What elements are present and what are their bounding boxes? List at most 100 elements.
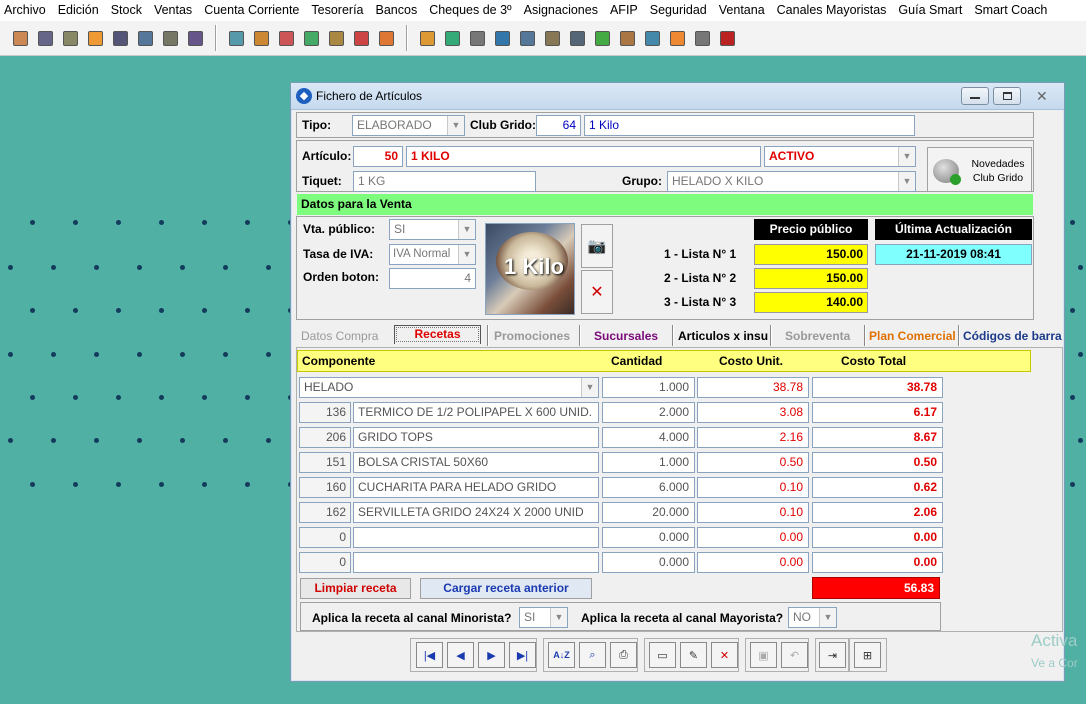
toolbar-button-bank[interactable] [541,27,564,50]
toolbar-button-op[interactable] [641,27,664,50]
lista-2-field[interactable]: 150.00 [754,268,868,289]
menu-ventana[interactable]: Ventana [713,0,771,21]
toolbar-button-chart[interactable] [109,27,132,50]
toolbar-button-transfer[interactable] [184,27,207,50]
menu-bancos[interactable]: Bancos [370,0,424,21]
menu-cuenta-corriente[interactable]: Cuenta Corriente [198,0,305,21]
minorista-select[interactable]: SI ▼ [519,607,568,628]
menu-cheques-de-3-[interactable]: Cheques de 3º [423,0,517,21]
componente-desc-field[interactable]: BOLSA CRISTAL 50X60 [353,452,599,473]
toolbar-button-power[interactable] [716,27,739,50]
toolbar-button-stack[interactable] [566,27,589,50]
componente-code-field[interactable]: 0 [299,552,351,573]
toolbar-button-safe[interactable] [616,27,639,50]
mayorista-select[interactable]: NO ▼ [788,607,837,628]
limpiar-receta-button[interactable]: Limpiar receta [300,578,411,599]
componente-code-field[interactable]: 136 [299,402,351,423]
articulo-name-field[interactable]: 1 KILO [406,146,761,167]
componente-desc-field[interactable]: GRIDO TOPS [353,427,599,448]
menu-smart-coach[interactable]: Smart Coach [968,0,1053,21]
toolbar-button-report[interactable] [134,27,157,50]
new-record-button[interactable]: ▭ [649,642,676,668]
tab-codigos-barra[interactable]: Códigos de barra [963,325,1062,347]
menu-afip[interactable]: AFIP [604,0,644,21]
menu-tesoreria[interactable]: Tesorería [305,0,369,21]
cantidad-field[interactable]: 1.000 [602,452,695,473]
cantidad-field[interactable]: 2.000 [602,402,695,423]
toolbar-button-card[interactable] [591,27,614,50]
toolbar-button-box[interactable] [275,27,298,50]
tab-sucursales[interactable]: Sucursales [594,325,658,347]
save-button[interactable]: ▣ [750,642,777,668]
club-grido-desc-field[interactable]: 1 Kilo [584,115,915,136]
toolbar-button-user[interactable] [416,27,439,50]
menu-guia-smart[interactable]: Guía Smart [892,0,968,21]
iva-select[interactable]: IVA Normal ▼ [389,244,476,265]
camera-button[interactable]: 📷 [581,224,613,268]
edit-record-button[interactable]: ✎ [680,642,707,668]
tab-plan-comercial[interactable]: Plan Comercial [869,325,956,347]
toolbar-button-box[interactable] [300,27,323,50]
componente-code-field[interactable]: 160 [299,477,351,498]
toolbar-button-box[interactable] [325,27,348,50]
cantidad-field[interactable]: 1.000 [602,377,695,398]
club-grido-code-field[interactable]: 64 [536,115,581,136]
toolbar-button-clipboard[interactable] [59,27,82,50]
toolbar-button-box[interactable] [250,27,273,50]
last-record-button[interactable]: ▶| [509,642,536,668]
orden-boton-field[interactable]: 4 [389,268,476,289]
menu-ventas[interactable]: Ventas [148,0,198,21]
tab-promociones[interactable]: Promociones [494,325,570,347]
toolbar-button-bell[interactable] [691,27,714,50]
cantidad-field[interactable]: 6.000 [602,477,695,498]
vta-publico-select[interactable]: SI ▼ [389,219,476,240]
first-record-button[interactable]: |◀ [416,642,443,668]
componente-code-field[interactable]: 0 [299,527,351,548]
articulo-code-field[interactable]: 50 [353,146,403,167]
novedades-club-button[interactable]: Novedades Club Grido [927,147,1032,192]
toolbar-button-receipt[interactable] [666,27,689,50]
lista-3-field[interactable]: 140.00 [754,292,868,313]
grupo-select[interactable]: HELADO X KILO ▼ [667,171,916,192]
lista-1-field[interactable]: 150.00 [754,244,868,265]
toolbar-button-document[interactable] [84,27,107,50]
previous-record-button[interactable]: ◀ [447,642,474,668]
tab-datos-compra[interactable]: Datos Compra [301,325,378,347]
componente-desc-field[interactable]: TERMICO DE 1/2 POLIPAPEL X 600 UNID. [353,402,599,423]
componente-desc-field[interactable] [353,552,599,573]
menu-asignaciones[interactable]: Asignaciones [518,0,604,21]
toolbar-button-box[interactable] [375,27,398,50]
maximize-button[interactable] [993,87,1021,105]
find-button[interactable]: ⌕ [579,642,606,668]
toolbar-button-list[interactable] [34,27,57,50]
undo-button[interactable]: ↶ [781,642,808,668]
componente-select[interactable]: HELADO ▼ [299,377,599,398]
cantidad-field[interactable]: 20.000 [602,502,695,523]
cantidad-field[interactable]: 4.000 [602,427,695,448]
close-button[interactable]: ✕ [1027,87,1055,105]
toolbar-button-printer[interactable] [159,27,182,50]
tab-sobreventa[interactable]: Sobreventa [785,325,850,347]
sort-az-button[interactable]: A↓Z [548,642,575,668]
toolbar-button-money[interactable] [441,27,464,50]
componente-code-field[interactable]: 162 [299,502,351,523]
toolbar-button-box[interactable] [225,27,248,50]
toolbar-button-box[interactable] [350,27,373,50]
toolbar-button-calc[interactable] [466,27,489,50]
delete-record-button[interactable]: ✕ [711,642,738,668]
componente-desc-field[interactable]: CUCHARITA PARA HELADO GRIDO [353,477,599,498]
tiquet-field[interactable]: 1 KG [353,171,536,192]
cantidad-field[interactable]: 0.000 [602,552,695,573]
menu-seguridad[interactable]: Seguridad [644,0,713,21]
minimize-button[interactable] [961,87,989,105]
tab-articulos-x-insumo[interactable]: Articulos x insu [678,325,768,347]
menu-stock[interactable]: Stock [105,0,148,21]
window-titlebar[interactable]: ◆ Fichero de Artículos ✕ [291,83,1064,110]
tipo-select[interactable]: ELABORADO ▼ [352,115,465,136]
options-button[interactable]: ⊞ [854,642,881,668]
exit-button[interactable]: ⇥ [819,642,846,668]
print-button[interactable]: ⎙ [610,642,637,668]
estado-select[interactable]: ACTIVO ▼ [764,146,916,167]
componente-desc-field[interactable]: SERVILLETA GRIDO 24X24 X 2000 UNID [353,502,599,523]
toolbar-button-search[interactable] [491,27,514,50]
